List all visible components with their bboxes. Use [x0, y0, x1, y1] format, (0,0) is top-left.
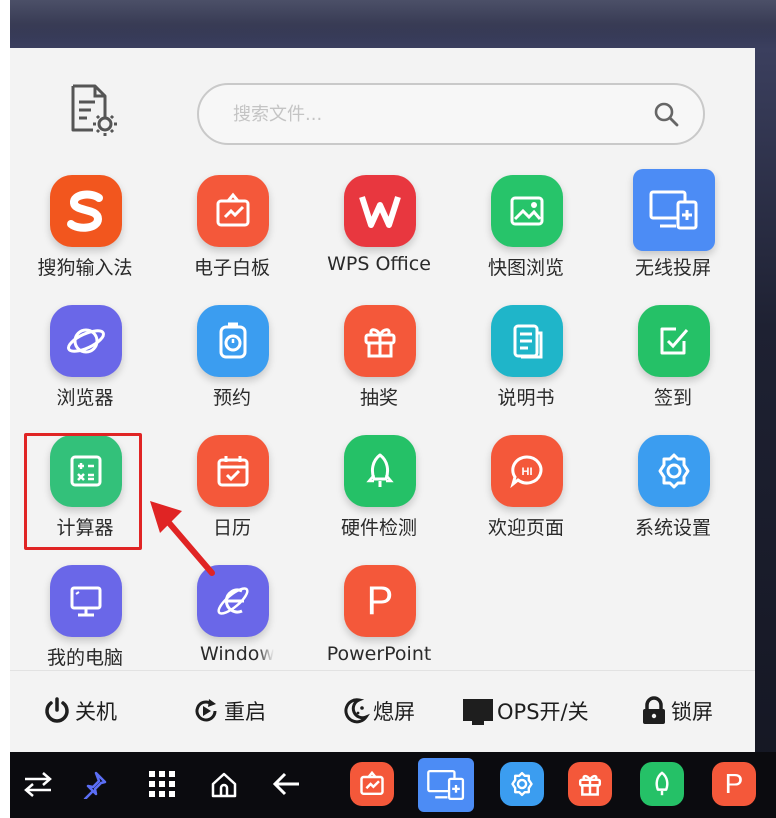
hi-bubble-icon: HI — [491, 435, 563, 507]
app-label: 欢迎页面 — [487, 517, 564, 539]
timer-icon — [197, 305, 269, 377]
restart-label: 重启 — [224, 700, 266, 724]
moon-icon — [344, 698, 370, 724]
app-label: 无线投屏 — [634, 257, 711, 279]
rocket-icon — [655, 771, 669, 796]
app-powerpoint[interactable]: P PowerPoint — [314, 563, 444, 683]
power-icon — [45, 697, 69, 723]
app-label: 抽奖 — [359, 387, 398, 409]
app-system-settings[interactable]: 系统设置 — [608, 433, 738, 553]
shutdown-button[interactable]: 关机 — [42, 691, 117, 731]
app-label: 搜狗输入法 — [37, 257, 133, 279]
taskbar-hardware-check[interactable] — [640, 762, 684, 806]
start-menu-header — [10, 48, 755, 178]
gift-icon — [344, 305, 416, 377]
ops-toggle-label: OPS开/关 — [497, 700, 589, 724]
rocket-icon — [344, 435, 416, 507]
search-icon[interactable] — [651, 99, 681, 129]
screen-cast-icon — [427, 770, 465, 800]
file-settings-icon[interactable] — [62, 80, 122, 140]
app-label: 硬件检测 — [340, 517, 417, 539]
red-arrow-annotation — [150, 501, 215, 576]
home-icon[interactable] — [202, 762, 246, 806]
monitor-icon — [50, 565, 122, 637]
app-label: 预约 — [212, 387, 251, 409]
app-image-viewer[interactable]: 快图浏览 — [461, 173, 591, 293]
whiteboard-icon — [360, 770, 384, 796]
app-label: WPS Office — [327, 253, 431, 275]
back-arrow-icon[interactable] — [264, 762, 308, 806]
whiteboard-icon — [197, 175, 269, 247]
taskbar-lottery[interactable] — [568, 762, 612, 806]
app-grid-icon[interactable] — [140, 762, 184, 806]
app-label: 我的电脑 — [46, 647, 123, 669]
taskbar-powerpoint[interactable]: P — [712, 762, 756, 806]
lock-screen-button[interactable]: 锁屏 — [640, 691, 713, 731]
app-label: 快图浏览 — [487, 257, 564, 279]
app-wireless-cast[interactable]: 无线投屏 — [608, 169, 738, 293]
app-label: 浏览器 — [56, 387, 114, 409]
wps-w-icon — [344, 175, 416, 247]
file-search-bar — [197, 83, 705, 145]
screen-cast-icon — [633, 169, 715, 251]
taskbar-wireless-cast[interactable] — [418, 758, 474, 812]
app-label: 系统设置 — [634, 517, 711, 539]
switch-arrows-icon[interactable] — [16, 762, 60, 806]
taskbar: P — [10, 752, 776, 818]
lock-icon — [643, 696, 665, 724]
app-appointment[interactable]: 预约 — [167, 303, 297, 423]
powerpoint-p-icon: P — [344, 565, 416, 637]
taskbar-system-settings[interactable] — [500, 762, 544, 806]
app-label: PowerPoint — [326, 643, 432, 665]
app-label: 电子白板 — [193, 257, 270, 279]
edit-check-icon — [638, 305, 710, 377]
search-input[interactable] — [233, 103, 651, 125]
app-sogou-input[interactable]: 搜狗输入法 — [20, 173, 150, 293]
app-label: 签到 — [653, 387, 692, 409]
restart-icon — [195, 699, 217, 722]
gear-icon — [511, 771, 533, 797]
planet-icon — [50, 305, 122, 377]
taskbar-whiteboard[interactable] — [350, 762, 394, 806]
app-welcome-page[interactable]: HI 欢迎页面 — [461, 433, 591, 553]
app-browser[interactable]: 浏览器 — [20, 303, 150, 423]
screen-off-button[interactable]: 熄屏 — [340, 691, 415, 731]
app-label: 说明书 — [497, 387, 555, 409]
screen-off-label: 熄屏 — [373, 700, 415, 724]
ops-monitor-icon — [463, 699, 493, 725]
sogou-s-icon — [50, 175, 122, 247]
restart-button[interactable]: 重启 — [191, 691, 266, 731]
app-sign-in[interactable]: 签到 — [608, 303, 738, 423]
shutdown-label: 关机 — [75, 700, 117, 724]
powerpoint-p-icon: P — [724, 768, 744, 799]
power-bar: 关机 重启 熄屏 OPS开/关 锁屏 — [10, 670, 755, 752]
picture-icon — [491, 175, 563, 247]
start-menu-panel: 搜狗输入法 电子白板 WPS Office 快图浏览 无线投屏 — [10, 48, 755, 752]
app-hardware-check[interactable]: 硬件检测 — [314, 433, 444, 553]
document-icon — [491, 305, 563, 377]
app-lottery[interactable]: 抽奖 — [314, 303, 444, 423]
svg-text:HI: HI — [522, 466, 533, 478]
app-wps-office[interactable]: WPS Office — [314, 173, 444, 293]
gift-icon — [578, 774, 602, 796]
gear-icon — [638, 435, 710, 507]
calculator-highlight-box — [24, 433, 142, 550]
app-label: Windows — [200, 643, 274, 665]
app-my-computer[interactable]: 我的电脑 — [20, 563, 150, 683]
app-manual[interactable]: 说明书 — [461, 303, 591, 423]
lock-screen-label: 锁屏 — [671, 700, 713, 724]
app-whiteboard[interactable]: 电子白板 — [167, 173, 297, 293]
pin-icon[interactable] — [72, 762, 116, 806]
app-windows[interactable]: Windows — [167, 563, 297, 683]
ops-toggle-button[interactable]: OPS开/关 — [462, 691, 589, 731]
